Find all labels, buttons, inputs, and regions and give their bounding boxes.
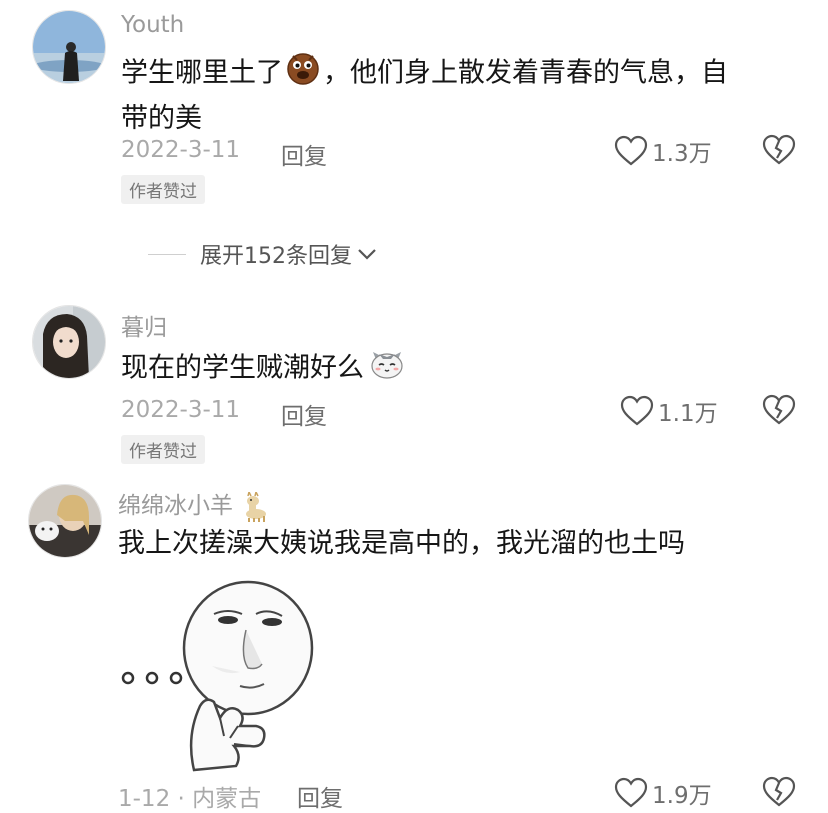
comment-text-part: ，他们身上散发着青春的气息，自 [323, 57, 728, 89]
comment-text: 学生哪里土了 ，他们身上散发着青春的气息，自 带的美 [121, 50, 728, 139]
comment-meta: 1-12 · 内蒙古 [118, 779, 261, 813]
separator-dot: · [170, 786, 193, 812]
comment-location: 内蒙古 [192, 786, 262, 812]
author-liked-badge: 作者赞过 [121, 435, 205, 464]
like-count: 1.3万 [652, 141, 712, 167]
divider [148, 253, 186, 255]
author-liked-badge: 作者赞过 [121, 175, 205, 204]
dislike-button[interactable] [762, 134, 796, 170]
cookie-face-emoji [285, 50, 321, 98]
dislike-button[interactable] [762, 394, 796, 430]
comment-date: 2022-3-11 [121, 397, 241, 423]
comment-1: Youth 学生哪里土了 ，他们身上散发着青春的气息，自 带的美 2022-3-… [0, 0, 828, 230]
like-button[interactable]: 1.9万 [614, 776, 712, 810]
reply-button[interactable]: 回复 [281, 397, 327, 431]
dislike-button[interactable] [762, 776, 796, 812]
comment-text: 现在的学生贼潮好么 [121, 346, 406, 392]
username-text: 绵绵冰小羊 [118, 493, 233, 519]
avatar[interactable] [32, 10, 106, 84]
like-count: 1.1万 [658, 401, 718, 427]
comment-text-part: 带的美 [121, 103, 202, 134]
reply-button[interactable]: 回复 [297, 779, 343, 813]
comment-3: 绵绵冰小羊 我上次搓澡大姨说我是高中的，我光溜的也土吗 1-12 · 内蒙古 回… [0, 478, 828, 812]
like-button[interactable]: 1.3万 [614, 134, 712, 168]
comment-date: 2022-3-11 [121, 137, 241, 163]
broken-heart-icon [762, 134, 796, 165]
like-count: 1.9万 [652, 783, 712, 809]
comment-date: 1-12 [118, 786, 171, 812]
broken-heart-icon [762, 776, 796, 807]
heart-icon [620, 395, 654, 426]
expand-replies-button[interactable]: 展开152条回复 [148, 238, 378, 270]
cat-face-emoji [368, 346, 406, 392]
broken-heart-icon [762, 394, 796, 425]
comment-text-part: 学生哪里土了 [121, 57, 283, 89]
chevron-down-icon [358, 249, 376, 260]
heart-icon [614, 777, 648, 808]
username[interactable]: 绵绵冰小羊 [118, 486, 268, 522]
comment-text-part: 现在的学生贼潮好么 [121, 352, 364, 384]
alpaca-emoji [246, 489, 267, 522]
username[interactable]: 暮归 [121, 308, 167, 342]
comment-2: 暮归 现在的学生贼潮好么 2022-3-11 回复 1.1万 作者赞过 [0, 300, 828, 470]
comment-text: 我上次搓澡大姨说我是高中的，我光溜的也土吗 [118, 528, 685, 559]
reply-button[interactable]: 回复 [281, 137, 327, 171]
heart-icon [614, 135, 648, 166]
expand-replies-label: 展开152条回复 [200, 244, 352, 269]
like-button[interactable]: 1.1万 [620, 394, 718, 428]
username[interactable]: Youth [121, 12, 184, 38]
thinking-meme-face-sticker[interactable] [116, 576, 320, 772]
avatar[interactable] [32, 305, 106, 379]
avatar[interactable] [28, 484, 102, 558]
